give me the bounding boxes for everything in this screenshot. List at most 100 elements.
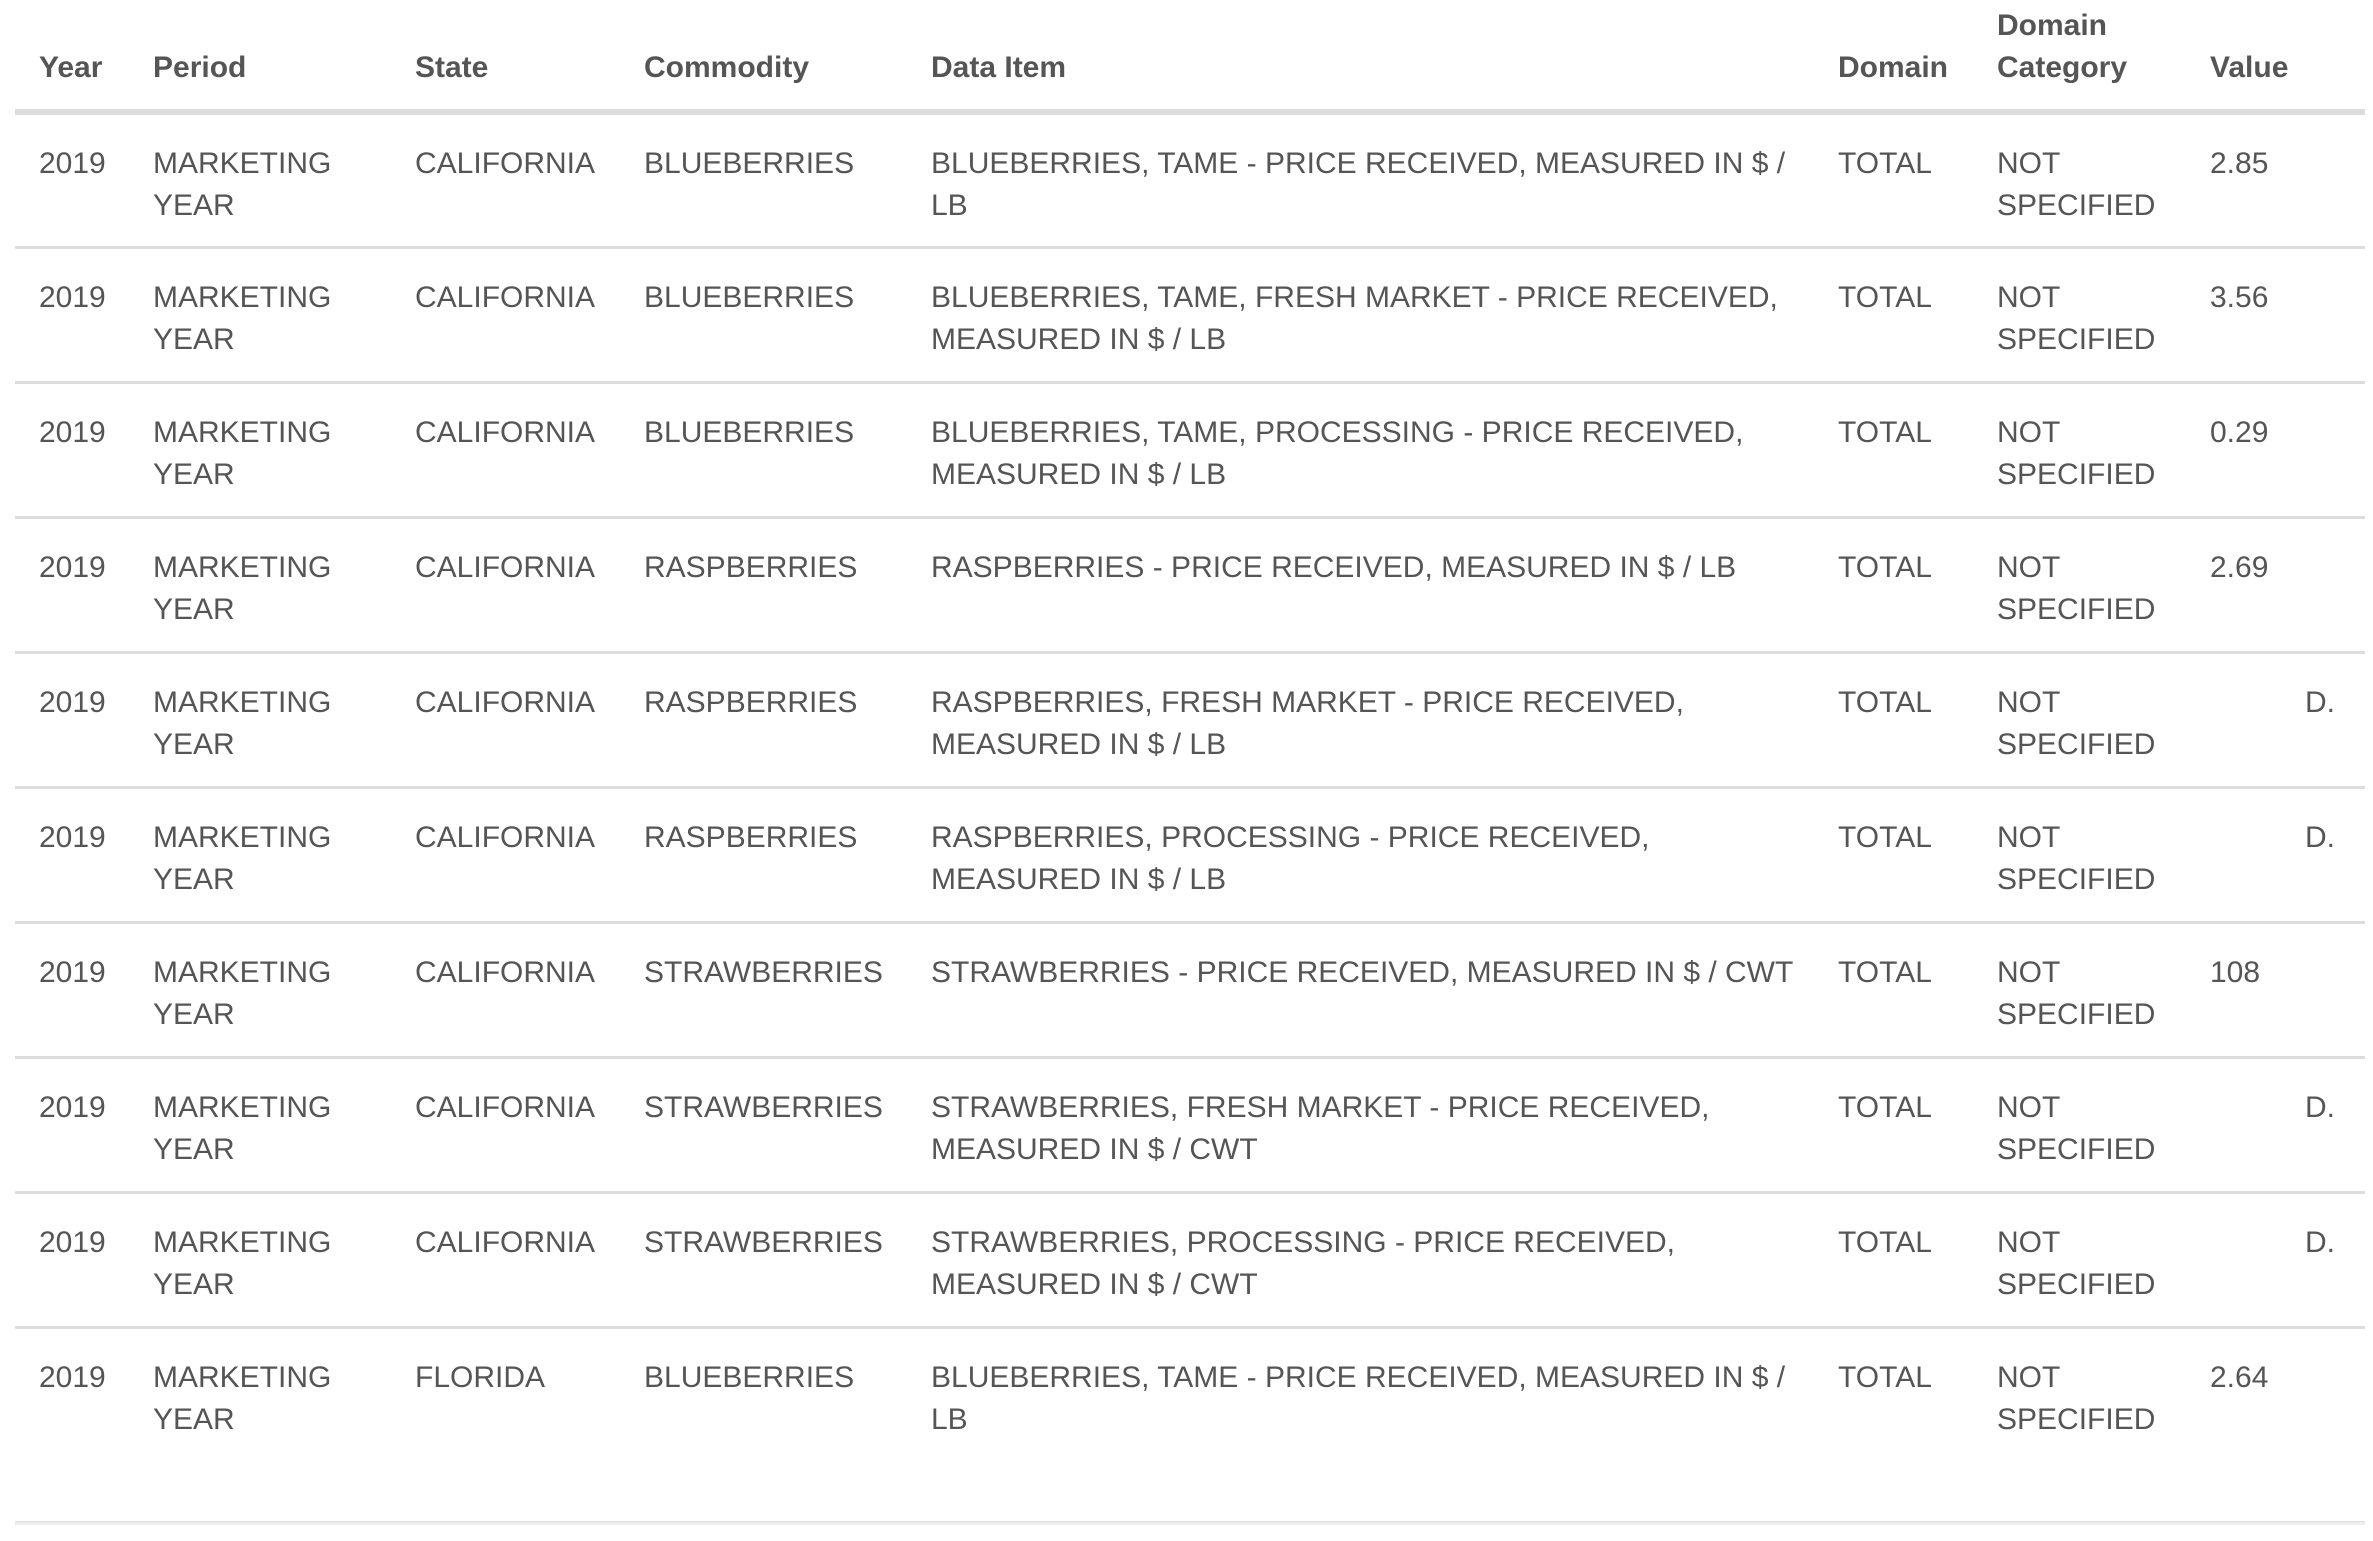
cell-year: 2019 xyxy=(15,382,129,519)
cell-domain-category: NOT SPECIFIED xyxy=(1973,517,2186,654)
cell-commodity: BLUEBERRIES xyxy=(620,112,907,249)
cell-commodity: RASPBERRIES xyxy=(620,652,907,789)
cell-state: CALIFORNIA xyxy=(391,1057,620,1194)
cell-data-item: RASPBERRIES - PRICE RECEIVED, MEASURED I… xyxy=(907,517,1814,654)
table-row: 2019 MARKETING YEAR CALIFORNIA STRAWBERRIES… xyxy=(15,922,2365,1059)
cell-year: 2019 xyxy=(15,1057,129,1194)
cell-value: 2.85 xyxy=(2186,112,2365,249)
table-row: 2019 MARKETING YEAR FLORIDA BLUEBERRIES BLUE… xyxy=(15,1327,2365,1524)
cell-state: CALIFORNIA xyxy=(391,1192,620,1329)
table-bottom-divider xyxy=(15,1522,2365,1525)
cell-period: MARKETING YEAR xyxy=(129,922,391,1059)
cell-state: FLORIDA xyxy=(391,1327,620,1524)
cell-data-item: BLUEBERRIES, TAME - PRICE RECEIVED, MEAS… xyxy=(907,112,1814,249)
cell-data-item: RASPBERRIES, FRESH MARKET - PRICE RECEIV… xyxy=(907,652,1814,789)
cell-value: D. xyxy=(2186,787,2365,924)
cell-period: MARKETING YEAR xyxy=(129,247,391,384)
cell-year: 2019 xyxy=(15,1327,129,1524)
column-header-commodity[interactable]: Commodity xyxy=(620,0,907,115)
cell-domain-category: NOT SPECIFIED xyxy=(1973,112,2186,249)
cell-state: CALIFORNIA xyxy=(391,112,620,249)
table-row: 2019 MARKETING YEAR CALIFORNIA RASPBERRIES R… xyxy=(15,787,2365,924)
cell-domain: TOTAL xyxy=(1814,382,1973,519)
column-header-domain-category[interactable]: Domain Category xyxy=(1973,0,2186,115)
cell-domain-category: NOT SPECIFIED xyxy=(1973,1057,2186,1194)
cell-domain: TOTAL xyxy=(1814,517,1973,654)
cell-period: MARKETING YEAR xyxy=(129,787,391,924)
table-row: 2019 MARKETING YEAR CALIFORNIA STRAWBERRIES… xyxy=(15,1192,2365,1329)
column-header-period[interactable]: Period xyxy=(129,0,391,115)
cell-commodity: BLUEBERRIES xyxy=(620,382,907,519)
cell-domain-category: NOT SPECIFIED xyxy=(1973,922,2186,1059)
cell-commodity: RASPBERRIES xyxy=(620,517,907,654)
cell-commodity: STRAWBERRIES xyxy=(620,1192,907,1329)
cell-year: 2019 xyxy=(15,652,129,789)
cell-domain-category: NOT SPECIFIED xyxy=(1973,652,2186,789)
cell-domain: TOTAL xyxy=(1814,787,1973,924)
cell-domain: TOTAL xyxy=(1814,922,1973,1059)
cell-domain: TOTAL xyxy=(1814,247,1973,384)
cell-year: 2019 xyxy=(15,112,129,249)
cell-state: CALIFORNIA xyxy=(391,517,620,654)
cell-period: MARKETING YEAR xyxy=(129,112,391,249)
column-header-domain[interactable]: Domain xyxy=(1814,0,1973,115)
cell-domain: TOTAL xyxy=(1814,1192,1973,1329)
cell-domain-category: NOT SPECIFIED xyxy=(1973,787,2186,924)
cell-period: MARKETING YEAR xyxy=(129,1192,391,1329)
cell-value: D. xyxy=(2186,652,2365,789)
cell-commodity: STRAWBERRIES xyxy=(620,1057,907,1194)
table-body: 2019 MARKETING YEAR CALIFORNIA BLUEBERRIES B… xyxy=(15,112,2365,1524)
column-header-state[interactable]: State xyxy=(391,0,620,115)
cell-domain-category: NOT SPECIFIED xyxy=(1973,247,2186,384)
cell-data-item: STRAWBERRIES, PROCESSING - PRICE RECEIVE… xyxy=(907,1192,1814,1329)
cell-value: 0.29 xyxy=(2186,382,2365,519)
table-row: 2019 MARKETING YEAR CALIFORNIA RASPBERRIES R… xyxy=(15,517,2365,654)
cell-year: 2019 xyxy=(15,517,129,654)
cell-domain: TOTAL xyxy=(1814,1057,1973,1194)
cell-data-item: BLUEBERRIES, TAME, FRESH MARKET - PRICE … xyxy=(907,247,1814,384)
cell-domain: TOTAL xyxy=(1814,652,1973,789)
table-row: 2019 MARKETING YEAR CALIFORNIA STRAWBERRIES… xyxy=(15,1057,2365,1194)
cell-state: CALIFORNIA xyxy=(391,652,620,789)
cell-period: MARKETING YEAR xyxy=(129,1057,391,1194)
cell-year: 2019 xyxy=(15,922,129,1059)
cell-value: D. xyxy=(2186,1192,2365,1329)
cell-year: 2019 xyxy=(15,1192,129,1329)
cell-domain-category: NOT SPECIFIED xyxy=(1973,382,2186,519)
table-header: Year Period State Commodity Data Item Do… xyxy=(15,0,2365,115)
cell-value: D. xyxy=(2186,1057,2365,1194)
table-row: 2019 MARKETING YEAR CALIFORNIA BLUEBERRIES B… xyxy=(15,382,2365,519)
cell-state: CALIFORNIA xyxy=(391,382,620,519)
cell-data-item: STRAWBERRIES, FRESH MARKET - PRICE RECEI… xyxy=(907,1057,1814,1194)
cell-value: 2.64 xyxy=(2186,1327,2365,1524)
column-header-value[interactable]: Value xyxy=(2186,0,2365,115)
cell-period: MARKETING YEAR xyxy=(129,382,391,519)
cell-commodity: BLUEBERRIES xyxy=(620,247,907,384)
cell-commodity: BLUEBERRIES xyxy=(620,1327,907,1524)
table-row: 2019 MARKETING YEAR CALIFORNIA BLUEBERRIES B… xyxy=(15,247,2365,384)
cell-value: 108 xyxy=(2186,922,2365,1059)
cell-data-item: BLUEBERRIES, TAME - PRICE RECEIVED, MEAS… xyxy=(907,1327,1814,1524)
cell-commodity: STRAWBERRIES xyxy=(620,922,907,1059)
cell-domain: TOTAL xyxy=(1814,112,1973,249)
cell-year: 2019 xyxy=(15,787,129,924)
cell-value: 3.56 xyxy=(2186,247,2365,384)
cell-data-item: STRAWBERRIES - PRICE RECEIVED, MEASURED … xyxy=(907,922,1814,1059)
results-table-container: Year Period State Commodity Data Item Do… xyxy=(15,0,2365,1524)
cell-data-item: RASPBERRIES, PROCESSING - PRICE RECEIVED… xyxy=(907,787,1814,924)
results-table: Year Period State Commodity Data Item Do… xyxy=(15,0,2365,1524)
cell-value: 2.69 xyxy=(2186,517,2365,654)
cell-period: MARKETING YEAR xyxy=(129,517,391,654)
cell-state: CALIFORNIA xyxy=(391,247,620,384)
column-header-data-item[interactable]: Data Item xyxy=(907,0,1814,115)
cell-period: MARKETING YEAR xyxy=(129,1327,391,1524)
cell-commodity: RASPBERRIES xyxy=(620,787,907,924)
table-row: 2019 MARKETING YEAR CALIFORNIA BLUEBERRIES B… xyxy=(15,112,2365,249)
cell-state: CALIFORNIA xyxy=(391,787,620,924)
cell-data-item: BLUEBERRIES, TAME, PROCESSING - PRICE RE… xyxy=(907,382,1814,519)
cell-period: MARKETING YEAR xyxy=(129,652,391,789)
cell-domain: TOTAL xyxy=(1814,1327,1973,1524)
cell-domain-category: NOT SPECIFIED xyxy=(1973,1327,2186,1524)
table-row: 2019 MARKETING YEAR CALIFORNIA RASPBERRIES R… xyxy=(15,652,2365,789)
column-header-year[interactable]: Year xyxy=(15,0,129,115)
